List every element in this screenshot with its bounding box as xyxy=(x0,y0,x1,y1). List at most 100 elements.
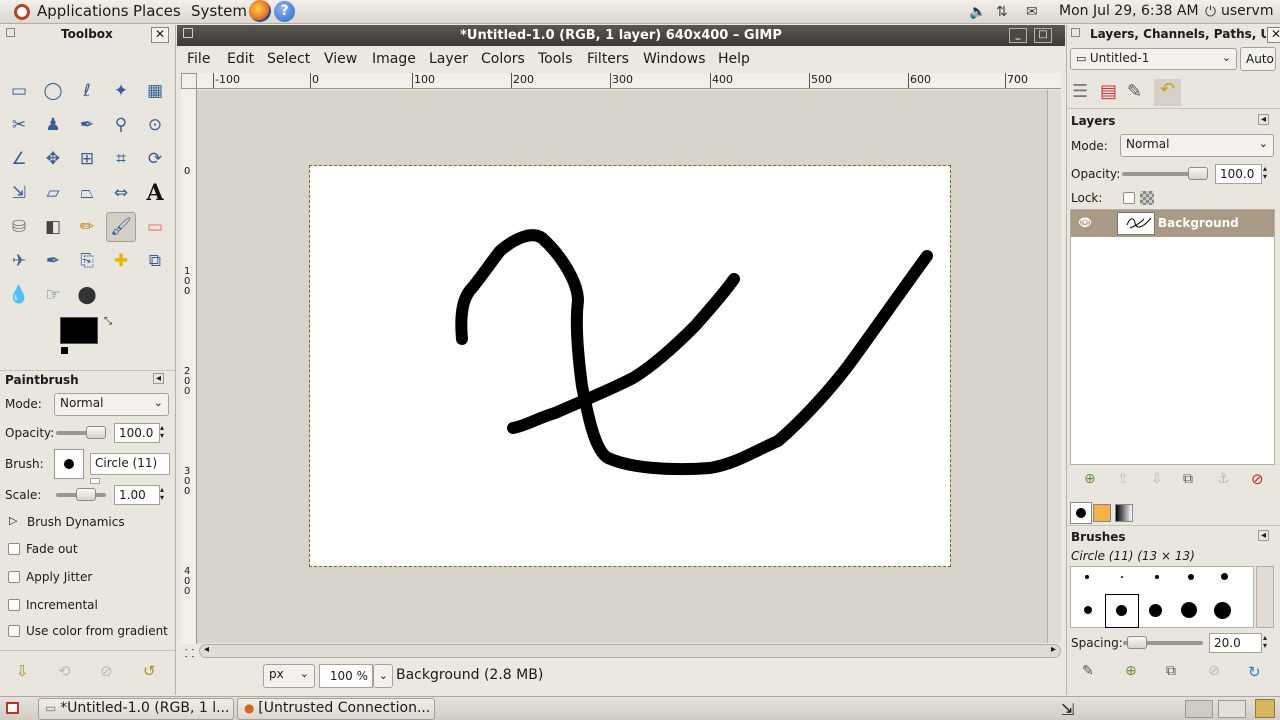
dodge-burn-tool-icon[interactable]: ⬤ xyxy=(72,280,102,310)
clock[interactable]: Mon Jul 29, 6:38 AM xyxy=(1059,3,1199,19)
align-tool-icon[interactable]: ⊞ xyxy=(72,144,102,174)
move-tool-icon[interactable]: ✥ xyxy=(38,144,68,174)
menu-select[interactable]: Select xyxy=(267,51,310,67)
heal-tool-icon[interactable]: ✚ xyxy=(106,246,136,276)
spacing-spin-icon[interactable]: ▴ ▾ xyxy=(1263,634,1267,650)
duplicate-brush-icon[interactable]: ⧉ xyxy=(1166,663,1176,679)
blur-tool-icon[interactable]: 💧 xyxy=(4,280,34,310)
navigate-icon[interactable]: ⸬ xyxy=(185,646,194,661)
auto-button[interactable]: Auto xyxy=(1240,47,1276,71)
lock-alpha-icon[interactable] xyxy=(1140,191,1154,205)
menu-image[interactable]: Image xyxy=(372,51,416,67)
mode-select[interactable]: Normal ⌄ xyxy=(54,393,169,416)
volume-icon[interactable]: 🔈 xyxy=(969,4,986,20)
image-select[interactable]: ▭ Untitled-1 ⌄ xyxy=(1070,48,1237,70)
spacing-knob[interactable] xyxy=(1127,636,1147,649)
maximize-icon[interactable]: □ xyxy=(1034,28,1052,43)
channels-tab-icon[interactable]: ▤ xyxy=(1100,81,1117,102)
blend-tool-icon[interactable]: ◧ xyxy=(38,212,68,242)
new-brush-icon[interactable]: ⊕ xyxy=(1125,663,1137,679)
undo-history-tab-icon[interactable]: ↶ xyxy=(1154,79,1181,106)
gradients-tab-icon[interactable] xyxy=(1115,504,1133,522)
clone-tool-icon[interactable]: ⎘ xyxy=(72,246,102,276)
help-launcher-icon[interactable]: ? xyxy=(274,1,295,22)
taskbar-item-gimp[interactable]: ▭ *Untitled-1.0 (RGB, 1 l... xyxy=(38,698,234,720)
anchor-layer-icon[interactable]: ⚓ xyxy=(1217,471,1230,487)
color-picker-tool-icon[interactable]: ⚲ xyxy=(106,110,136,140)
save-options-icon[interactable]: ⇩ xyxy=(16,662,29,680)
perspective-clone-tool-icon[interactable]: ⧉ xyxy=(140,246,170,276)
horizontal-ruler[interactable]: -100 0 100 200 300 400 500 600 700 xyxy=(197,73,1061,89)
ellipse-select-tool-icon[interactable]: ◯ xyxy=(38,76,68,106)
swap-colors-icon[interactable]: ⤡ xyxy=(104,316,112,327)
scale-spin-icon[interactable]: ▴ ▾ xyxy=(160,486,164,502)
menu-edit[interactable]: Edit xyxy=(227,51,254,67)
perspective-tool-icon[interactable]: ⏢ xyxy=(72,178,102,208)
brushes-menu-icon[interactable]: ◂ xyxy=(1258,530,1269,541)
options-menu-icon[interactable]: ◂ xyxy=(153,373,164,384)
brush-scrollbar[interactable] xyxy=(1256,566,1274,628)
edit-brush-icon[interactable]: ✎ xyxy=(1082,663,1094,679)
restore-options-icon[interactable]: ⟲ xyxy=(58,662,71,680)
text-tool-icon[interactable]: A xyxy=(140,178,170,208)
vertical-ruler[interactable]: 0 1 0 0 2 0 0 3 0 0 4 0 0 xyxy=(181,89,197,644)
zoom-tool-icon[interactable]: ⊙ xyxy=(140,110,170,140)
smudge-tool-icon[interactable]: ☞ xyxy=(38,280,68,310)
brush-grid[interactable] xyxy=(1070,566,1254,628)
zoom-dropdown[interactable]: ⌄ xyxy=(373,664,393,688)
ink-tool-icon[interactable]: ✒ xyxy=(38,246,68,276)
crop-tool-icon[interactable]: ⌗ xyxy=(106,144,136,174)
image-canvas[interactable] xyxy=(309,165,951,567)
use-gradient-checkbox[interactable] xyxy=(8,625,20,637)
refresh-brushes-icon[interactable]: ↻ xyxy=(1248,663,1261,681)
patterns-tab-icon[interactable] xyxy=(1093,504,1111,522)
paths-tool-icon[interactable]: ✒ xyxy=(72,110,102,140)
paths-tab-icon[interactable]: ✎ xyxy=(1127,81,1142,102)
opacity-input[interactable]: 100.0 xyxy=(114,423,160,443)
reset-options-icon[interactable]: ↺ xyxy=(143,662,156,680)
show-desktop-icon[interactable] xyxy=(6,702,19,714)
airbrush-tool-icon[interactable]: ✈ xyxy=(4,246,34,276)
zoom-input[interactable]: 100 % xyxy=(319,664,373,688)
menu-view[interactable]: View xyxy=(324,51,357,67)
raise-layer-icon[interactable]: ⇧ xyxy=(1117,471,1129,487)
incremental-checkbox[interactable] xyxy=(8,599,20,611)
menu-filters[interactable]: Filters xyxy=(587,51,629,67)
layer-mode-select[interactable]: Normal ⌄ xyxy=(1120,134,1274,157)
expander-arrow-icon[interactable]: ▷ xyxy=(9,514,17,527)
ubuntu-logo-icon[interactable] xyxy=(14,4,30,20)
brush-name-field[interactable]: Circle (11) xyxy=(90,453,170,475)
brushes-tab-icon[interactable] xyxy=(1070,502,1092,524)
duplicate-layer-icon[interactable]: ⧉ xyxy=(1183,471,1193,487)
delete-brush-icon[interactable]: ⊘ xyxy=(1208,663,1220,679)
unit-select[interactable]: px ⌄ xyxy=(263,664,315,688)
layers-list[interactable] xyxy=(1070,209,1275,465)
eye-icon[interactable]: 👁 xyxy=(1078,216,1092,229)
layers-tab-icon[interactable]: ☰ xyxy=(1072,81,1088,102)
menu-windows[interactable]: Windows xyxy=(643,51,706,67)
default-colors-icon[interactable] xyxy=(61,347,68,354)
shear-tool-icon[interactable]: ▱ xyxy=(38,178,68,208)
user-name[interactable]: uservm xyxy=(1221,3,1273,19)
lock-pixels-checkbox[interactable] xyxy=(1123,192,1135,204)
scissors-tool-icon[interactable]: ✂ xyxy=(4,110,34,140)
mail-icon[interactable]: ✉ xyxy=(1026,4,1038,20)
system-menu[interactable]: System xyxy=(191,2,247,20)
horizontal-scrollbar[interactable]: ◂ ▸ xyxy=(199,644,1061,658)
menu-file[interactable]: File xyxy=(187,51,210,67)
minimize-icon[interactable]: _ xyxy=(1009,28,1027,43)
foreground-select-tool-icon[interactable]: ♟ xyxy=(38,110,68,140)
pencil-tool-icon[interactable]: ✏ xyxy=(72,212,102,242)
apply-jitter-checkbox[interactable] xyxy=(8,571,20,583)
layer-opacity-spin-icon[interactable]: ▴ ▾ xyxy=(1263,165,1267,181)
layer-opacity-knob[interactable] xyxy=(1188,167,1208,180)
dock-close-button[interactable]: ✕ xyxy=(1267,27,1280,43)
vertical-scrollbar[interactable] xyxy=(1047,90,1061,643)
rect-select-tool-icon[interactable]: ▭ xyxy=(4,76,34,106)
fade-out-checkbox[interactable] xyxy=(8,543,20,555)
firefox-launcher-icon[interactable] xyxy=(249,0,271,22)
taskbar-item-firefox[interactable]: ● [Untrusted Connection... xyxy=(237,698,435,720)
opacity-slider-knob[interactable] xyxy=(86,426,106,439)
layers-menu-icon[interactable]: ◂ xyxy=(1258,114,1269,125)
flip-tool-icon[interactable]: ⇔ xyxy=(106,178,136,208)
